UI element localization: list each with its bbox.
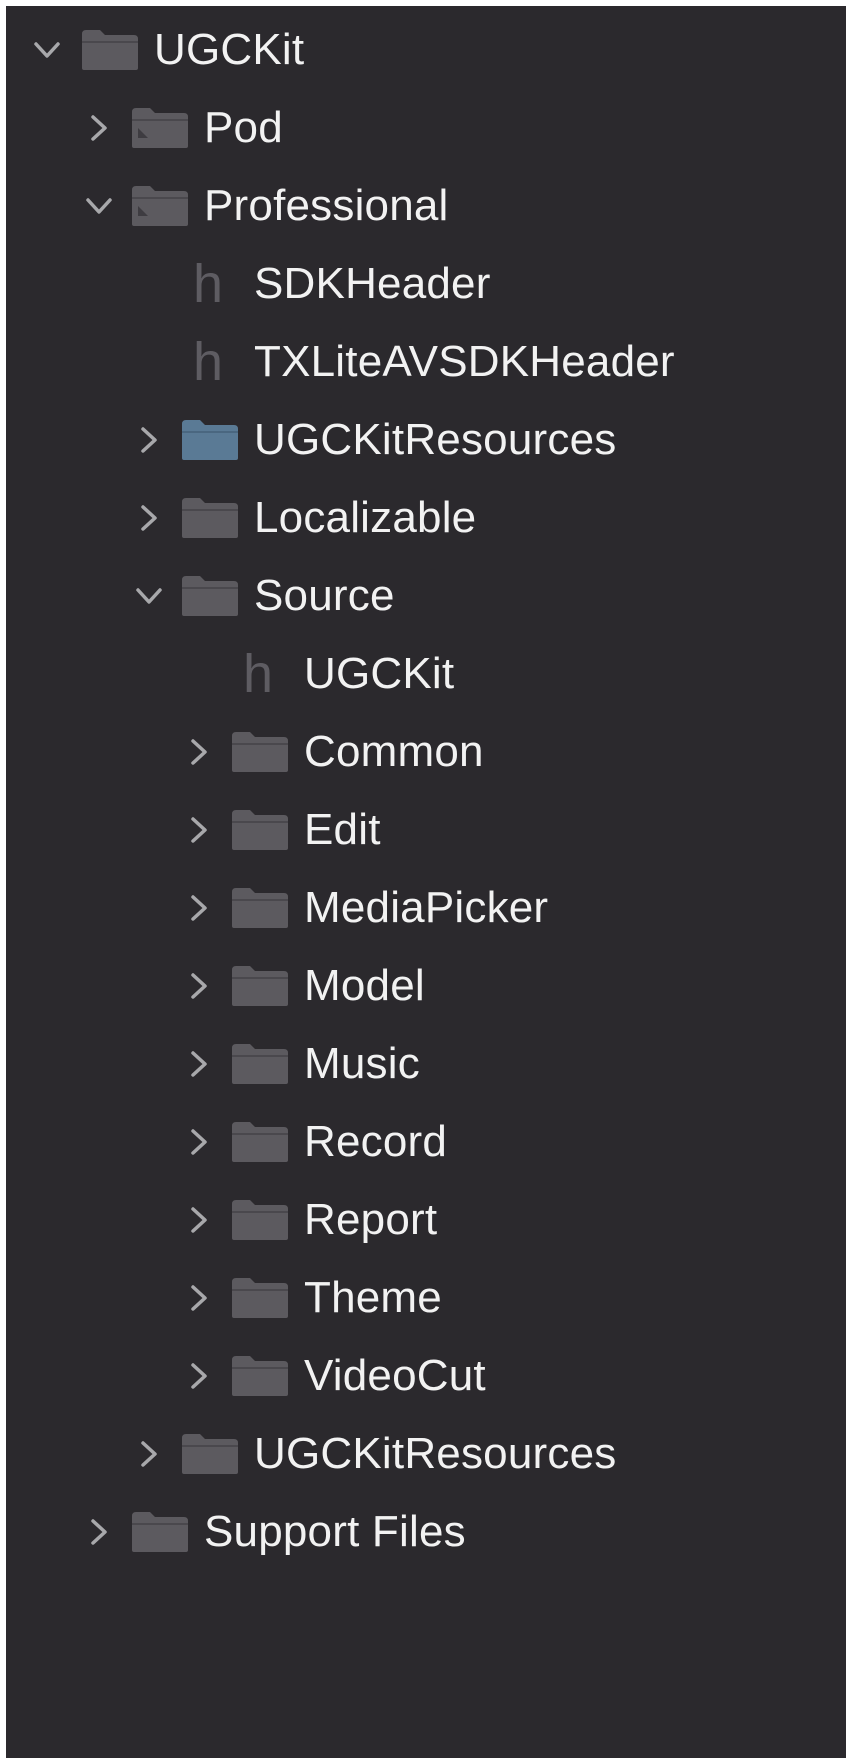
tree-item-label: UGCKit <box>154 25 305 74</box>
tree-item-label: Support Files <box>204 1507 466 1556</box>
tree-row-ugckit[interactable]: UGCKit <box>6 6 846 94</box>
chevron-right-icon[interactable] <box>184 893 214 923</box>
group-folder-icon <box>130 184 190 228</box>
folder-icon <box>230 964 290 1008</box>
tree-row-professional[interactable]: Professional <box>6 162 846 250</box>
tree-item-label: Edit <box>304 805 381 854</box>
chevron-right-icon[interactable] <box>184 971 214 1001</box>
tree-item-label: Localizable <box>254 493 477 542</box>
group-folder-icon <box>130 106 190 150</box>
chevron-down-icon[interactable] <box>32 35 62 65</box>
chevron-right-icon[interactable] <box>184 1361 214 1391</box>
chevron-right-icon[interactable] <box>134 503 164 533</box>
tree-row-ugckitresources-folder[interactable]: UGCKitResources <box>6 1410 846 1498</box>
tree-row-videocut[interactable]: VideoCut <box>6 1332 846 1420</box>
tree-row-localizable[interactable]: Localizable <box>6 474 846 562</box>
chevron-right-icon[interactable] <box>84 113 114 143</box>
chevron-right-icon[interactable] <box>134 1439 164 1469</box>
tree-item-label: Music <box>304 1039 420 1088</box>
folder-icon <box>230 730 290 774</box>
chevron-right-icon[interactable] <box>184 1205 214 1235</box>
tree-row-sdkheader[interactable]: h SDKHeader <box>6 240 846 328</box>
tree-row-report[interactable]: Report <box>6 1176 846 1264</box>
folder-icon <box>180 574 240 618</box>
tree-row-theme[interactable]: Theme <box>6 1254 846 1342</box>
tree-item-label: UGCKitResources <box>254 415 617 464</box>
blue-folder-icon <box>180 418 240 462</box>
chevron-right-icon[interactable] <box>184 737 214 767</box>
tree-row-record[interactable]: Record <box>6 1098 846 1186</box>
tree-item-label: Common <box>304 727 484 776</box>
tree-item-label: VideoCut <box>304 1351 486 1400</box>
chevron-right-icon[interactable] <box>184 815 214 845</box>
tree-item-label: MediaPicker <box>304 883 549 932</box>
tree-row-model[interactable]: Model <box>6 942 846 1030</box>
chevron-right-icon[interactable] <box>184 1283 214 1313</box>
tree-item-label: Source <box>254 571 395 620</box>
chevron-right-icon[interactable] <box>184 1127 214 1157</box>
folder-icon <box>230 886 290 930</box>
folder-icon <box>230 1276 290 1320</box>
header-file-icon: h <box>192 254 224 314</box>
tree-item-label: Record <box>304 1117 448 1166</box>
folder-icon <box>80 28 140 72</box>
tree-row-ugckit-header[interactable]: h UGCKit <box>6 630 846 718</box>
chevron-down-icon[interactable] <box>84 191 114 221</box>
folder-icon <box>130 1510 190 1554</box>
tree-item-label: UGCKit <box>304 649 455 698</box>
tree-item-label: Model <box>304 961 425 1010</box>
tree-item-label: Theme <box>304 1273 442 1322</box>
tree-row-ugckitresources[interactable]: UGCKitResources <box>6 396 846 484</box>
folder-icon <box>230 1120 290 1164</box>
folder-icon <box>180 1432 240 1476</box>
header-file-icon: h <box>192 332 224 392</box>
tree-row-pod[interactable]: Pod <box>6 84 846 172</box>
folder-icon <box>230 1354 290 1398</box>
chevron-right-icon[interactable] <box>134 425 164 455</box>
chevron-down-icon[interactable] <box>134 581 164 611</box>
folder-icon <box>230 808 290 852</box>
header-file-icon: h <box>242 644 274 704</box>
tree-row-edit[interactable]: Edit <box>6 786 846 874</box>
tree-item-label: Report <box>304 1195 438 1244</box>
folder-icon <box>230 1198 290 1242</box>
tree-item-label: Professional <box>204 181 449 230</box>
folder-icon <box>230 1042 290 1086</box>
tree-row-txliteavsdkheader[interactable]: h TXLiteAVSDKHeader <box>6 318 846 406</box>
folder-icon <box>180 496 240 540</box>
chevron-right-icon[interactable] <box>84 1517 114 1547</box>
tree-row-mediapicker[interactable]: MediaPicker <box>6 864 846 952</box>
tree-row-music[interactable]: Music <box>6 1020 846 1108</box>
project-navigator: UGCKit Pod Professional h SDKHeader h TX… <box>6 6 846 1758</box>
tree-row-source[interactable]: Source <box>6 552 846 640</box>
tree-item-label: Pod <box>204 103 283 152</box>
chevron-right-icon[interactable] <box>184 1049 214 1079</box>
tree-row-common[interactable]: Common <box>6 708 846 796</box>
tree-item-label: UGCKitResources <box>254 1429 617 1478</box>
tree-row-support-files[interactable]: Support Files <box>6 1488 846 1576</box>
tree-item-label: SDKHeader <box>254 259 491 308</box>
tree-item-label: TXLiteAVSDKHeader <box>254 337 675 386</box>
